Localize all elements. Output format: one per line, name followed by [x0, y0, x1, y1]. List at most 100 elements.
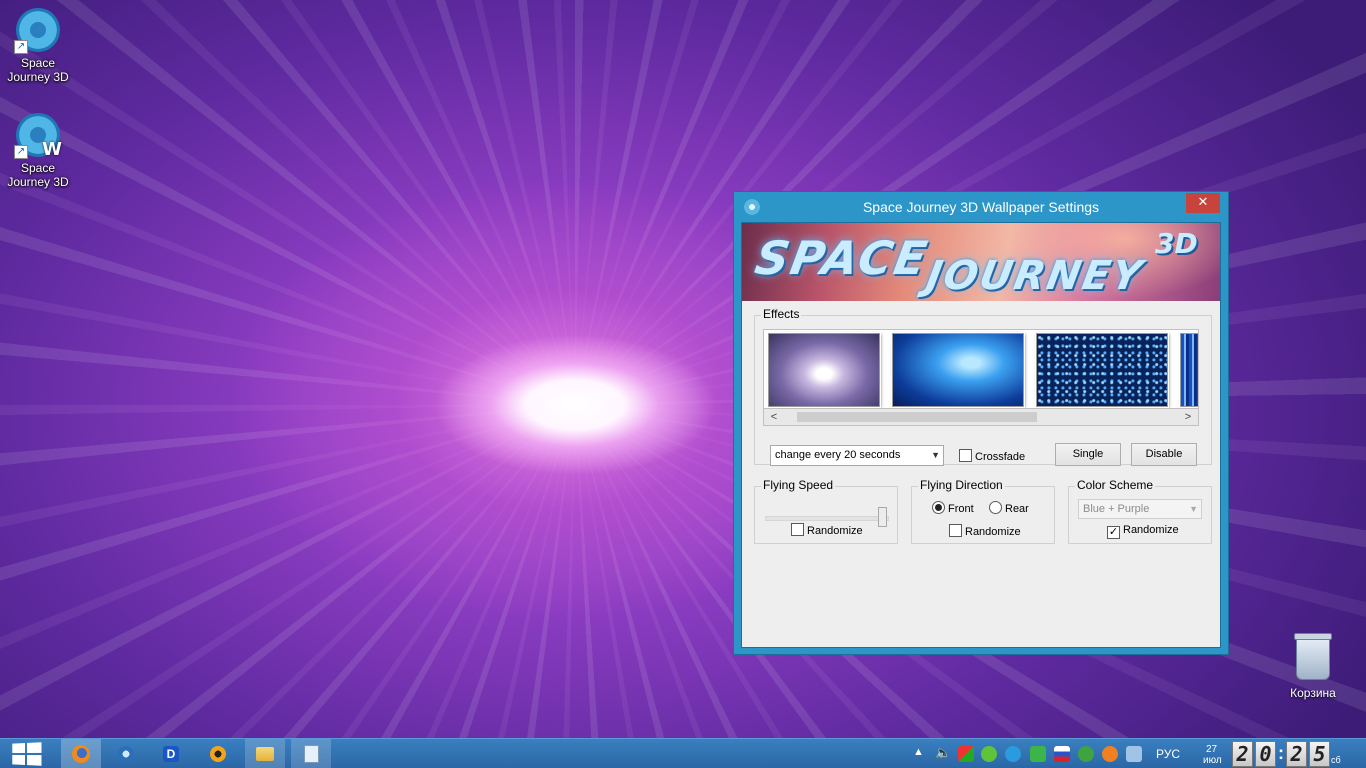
language-indicator[interactable]: РУС	[1156, 747, 1180, 761]
chevron-down-icon: ▼	[1189, 504, 1198, 514]
desktop-icon-label: Space Journey 3D	[7, 161, 69, 189]
color-scheme-value: Blue + Purple	[1083, 503, 1150, 515]
media-d-icon: D	[163, 745, 179, 762]
clock-digit: 2	[1286, 741, 1307, 767]
radio-circle	[989, 501, 1002, 514]
window-client-area: SPACE JOURNEY 3D Effects < > change ever…	[741, 222, 1221, 648]
file-explorer-icon	[256, 746, 274, 761]
tray-russian-flag-icon[interactable]	[1054, 746, 1070, 762]
notepad-icon	[303, 744, 319, 763]
front-label: Front	[948, 503, 974, 515]
effects-thumbnail-strip	[763, 329, 1199, 409]
color-scheme-randomize-checkbox[interactable]: ✓ Randomize	[1107, 524, 1179, 539]
effects-scrollbar[interactable]: < >	[763, 409, 1199, 426]
clock-digit: 5	[1309, 741, 1330, 767]
effect-thumbnail[interactable]	[1036, 333, 1168, 407]
color-scheme-legend: Color Scheme	[1075, 478, 1156, 492]
randomize-label: Randomize	[807, 525, 863, 537]
app-banner: SPACE JOURNEY 3D	[742, 223, 1220, 301]
randomize-label: Randomize	[965, 526, 1021, 538]
rear-label: Rear	[1005, 503, 1029, 515]
date-month: июл	[1203, 755, 1222, 766]
checkmark-icon: ✓	[1108, 525, 1119, 538]
tray-blue-check-icon[interactable]	[1005, 746, 1021, 762]
title-bar[interactable]: Space Journey 3D Wallpaper Settings ✕	[734, 192, 1228, 222]
scroll-right-icon[interactable]: >	[1180, 409, 1196, 425]
crossfade-label: Crossfade	[975, 451, 1026, 463]
interval-select-value: change every 20 seconds	[775, 449, 901, 461]
rear-radio[interactable]: Rear	[989, 501, 1029, 516]
scroll-thumb[interactable]	[797, 412, 1037, 422]
flying-speed-randomize-checkbox[interactable]: Randomize	[791, 523, 863, 538]
taskbar-notepad[interactable]	[291, 739, 331, 768]
effect-thumbnail[interactable]	[892, 333, 1024, 407]
front-radio[interactable]: Front	[932, 501, 974, 516]
recycle-bin[interactable]: Корзина	[1282, 633, 1344, 700]
flip-clock[interactable]: 2 0 : 2 5	[1232, 741, 1330, 767]
taskbar-media-d[interactable]: D	[151, 739, 191, 768]
recycle-bin-icon	[1294, 633, 1332, 680]
effects-group: Effects < > change every 20 seconds ▼ Cr…	[754, 307, 1212, 466]
checkbox-box	[791, 523, 804, 536]
shortcut-arrow-icon: ↗	[14, 40, 28, 54]
effects-legend: Effects	[761, 307, 802, 321]
flying-direction-legend: Flying Direction	[918, 478, 1005, 492]
slider-knob[interactable]	[878, 507, 887, 527]
checkbox-box: ✓	[1107, 526, 1120, 539]
flying-speed-group: Flying Speed Randomize	[754, 478, 898, 544]
tray-network-icon[interactable]	[1126, 746, 1142, 762]
space-journey-logo-icon: ↗	[14, 6, 62, 54]
color-scheme-group: Color Scheme Blue + Purple ▼ ✓ Randomize	[1068, 478, 1212, 544]
tray-utorrent-icon[interactable]	[1078, 746, 1094, 762]
color-scheme-select[interactable]: Blue + Purple ▼	[1078, 499, 1202, 519]
weekday: сб	[1331, 755, 1341, 765]
banner-word-space: SPACE	[751, 231, 933, 285]
settings-window: Space Journey 3D Wallpaper Settings ✕ SP…	[733, 191, 1229, 655]
chevron-down-icon: ▼	[931, 450, 940, 460]
tray-green-leaf-icon[interactable]	[1030, 746, 1046, 762]
network-globe-icon	[118, 745, 134, 762]
flying-direction-group: Flying Direction Front Rear Randomize	[911, 478, 1055, 544]
space-journey-wallpaper-logo-icon: W ↗	[14, 111, 62, 159]
clock-digit: 2	[1232, 741, 1253, 767]
checkbox-box	[959, 449, 972, 462]
banner-word-journey: JOURNEY	[922, 253, 1147, 299]
single-button[interactable]: Single	[1055, 443, 1121, 466]
flying-direction-randomize-checkbox[interactable]: Randomize	[949, 524, 1021, 539]
desktop-icon-label: Space Journey 3D	[7, 56, 69, 84]
taskbar: D ▲ 🔈 РУС 27 июл сб	[0, 738, 1366, 768]
flying-speed-legend: Flying Speed	[761, 478, 836, 492]
radio-selected-dot	[935, 504, 942, 511]
wallpaper-badge: W	[42, 139, 62, 160]
taskbar-network-globe[interactable]	[106, 739, 146, 768]
tray-red-green-icon[interactable]	[958, 746, 974, 762]
scroll-left-icon[interactable]: <	[766, 409, 782, 425]
crossfade-checkbox[interactable]: Crossfade	[959, 449, 1025, 464]
effect-thumbnail[interactable]	[768, 333, 880, 407]
effect-thumbnail[interactable]	[1180, 333, 1198, 407]
slider-track	[765, 516, 889, 521]
taskbar-firefox[interactable]	[61, 739, 101, 768]
radio-circle	[932, 501, 945, 514]
close-button[interactable]: ✕	[1186, 193, 1220, 213]
windows-logo-icon	[12, 741, 42, 766]
shortcut-arrow-icon: ↗	[14, 145, 28, 159]
volume-icon[interactable]: 🔈	[935, 745, 951, 761]
tray-orange-icon[interactable]	[1102, 746, 1118, 762]
window-title: Space Journey 3D Wallpaper Settings	[862, 199, 1100, 215]
desktop-icon-space-journey-3d-wallpaper[interactable]: W ↗ Space Journey 3D	[0, 111, 76, 189]
recycle-bin-label: Корзина	[1290, 686, 1336, 700]
clock-colon: :	[1278, 743, 1284, 763]
clock-digit: 0	[1255, 741, 1276, 767]
taskbar-file-explorer[interactable]	[245, 739, 285, 768]
desktop-icon-space-journey-3d[interactable]: ↗ Space Journey 3D	[0, 6, 76, 84]
start-button[interactable]	[6, 739, 46, 768]
show-hidden-icons-icon[interactable]: ▲	[913, 746, 924, 758]
disable-button[interactable]: Disable	[1131, 443, 1197, 466]
firefox-icon	[72, 744, 90, 763]
checkbox-box	[949, 524, 962, 537]
interval-select[interactable]: change every 20 seconds ▼	[770, 445, 944, 466]
tray-green-flower-icon[interactable]	[981, 746, 997, 762]
taskbar-aimp[interactable]	[198, 739, 238, 768]
aimp-icon	[210, 745, 226, 762]
